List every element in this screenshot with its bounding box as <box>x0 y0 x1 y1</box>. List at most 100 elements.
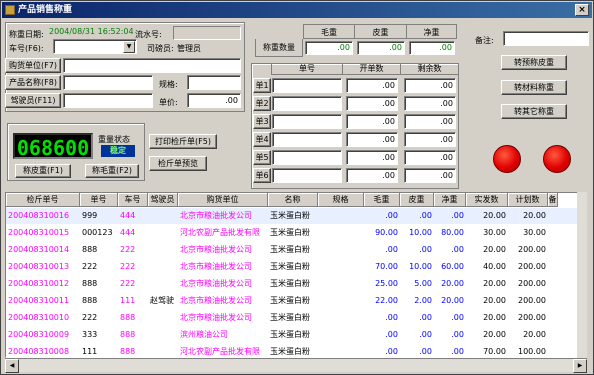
cell-net: 20.00 <box>441 296 464 305</box>
detail-open-input[interactable]: .00 <box>346 150 398 165</box>
detail-row-button[interactable]: 单3 <box>253 114 271 129</box>
detail-remain-input[interactable]: .00 <box>404 114 456 129</box>
car-label: 车号(F6): <box>9 44 44 53</box>
cell-net: 20.00 <box>441 279 464 288</box>
cell-actual: 20.00 <box>483 211 506 220</box>
detail-row-button[interactable]: 单6 <box>253 168 271 183</box>
cell-actual: 20.00 <box>483 279 506 288</box>
detail-no-input[interactable] <box>272 114 342 129</box>
cell-plan: 20.00 <box>523 211 546 220</box>
detail-remain-input[interactable]: .00 <box>404 96 456 111</box>
detail-remain-input[interactable]: .00 <box>404 78 456 93</box>
column-header[interactable]: 计划数 <box>508 193 548 207</box>
scroll-right-icon[interactable]: ▶ <box>573 359 587 373</box>
cell-no: 888 <box>82 296 98 305</box>
detail-open-input[interactable]: .00 <box>346 168 398 183</box>
price-label: 单价: <box>159 98 178 107</box>
column-header[interactable]: 检斤单号 <box>6 193 80 207</box>
detail-remain-input[interactable]: .00 <box>404 168 456 183</box>
price-input[interactable]: .00 <box>187 93 241 108</box>
table-row[interactable]: 200408310012 888 222 北京市粮油批发公司 玉米蛋白粉 25.00 5.0… <box>6 276 586 292</box>
buyer-input[interactable] <box>63 58 241 73</box>
gross-button[interactable]: 称毛重(F2) <box>85 164 139 178</box>
tare-weight-field[interactable]: .00 <box>357 41 405 55</box>
column-header[interactable]: 实发数 <box>466 193 508 207</box>
close-button[interactable]: × <box>575 4 589 16</box>
detail-no-input[interactable] <box>272 96 342 111</box>
detail-open-input[interactable]: .00 <box>346 132 398 147</box>
title-bar: 产品销售称重 × <box>2 2 592 18</box>
tare-header: 皮重 <box>355 24 407 39</box>
spec-input[interactable] <box>187 75 241 90</box>
cell-net: .00 <box>451 245 464 254</box>
table-row[interactable]: 200408310016 999 444 北京市粮油批发公司 玉米蛋白粉 .00 .00 .0… <box>6 208 586 224</box>
cell-spec <box>318 259 364 275</box>
detail-row-button[interactable]: 单5 <box>253 150 271 165</box>
cell-buyer: 河北农副产品批发有限 <box>180 347 260 356</box>
gross-weight-field[interactable]: .00 <box>305 41 353 55</box>
column-header[interactable]: 规格 <box>318 193 364 207</box>
column-header[interactable]: 单号 <box>80 193 118 207</box>
detail-remain-input[interactable]: .00 <box>404 132 456 147</box>
cell-gross: .00 <box>385 211 398 220</box>
cell-ticket: 200408310012 <box>8 279 70 288</box>
chevron-down-icon[interactable]: ▼ <box>123 41 135 53</box>
table-row[interactable]: 200408310014 888 222 北京市粮油批发公司 玉米蛋白粉 .00 .00 .0… <box>6 242 586 258</box>
status-light-2 <box>543 145 571 173</box>
cell-driver <box>148 225 178 241</box>
buyer-button[interactable]: 购货单位(F7) <box>5 58 61 73</box>
column-header[interactable]: 驾驶员 <box>148 193 178 207</box>
to-pre-tare-button[interactable]: 转预称皮重 <box>501 55 567 70</box>
remark-input[interactable] <box>503 31 589 46</box>
detail-no-input[interactable] <box>272 78 342 93</box>
remark-label: 备注: <box>475 36 494 45</box>
table-row[interactable]: 200408310015 000123 444 河北农副产品批发有限 玉米蛋白粉 90.0… <box>6 225 586 241</box>
tare-button[interactable]: 称皮重(F1) <box>15 164 71 178</box>
table-row[interactable]: 200408310009 333 888 滨州粮油公司 玉米蛋白粉 .00 .00 .00 20… <box>6 327 586 343</box>
table-row[interactable]: 200408310011 888 111 赵驾驶 北京市粮油批发公司 玉米蛋白粉 22.00… <box>6 293 586 309</box>
detail-row-button[interactable]: 单2 <box>253 96 271 111</box>
cell-actual: 20.00 <box>483 245 506 254</box>
cell-gross: 22.00 <box>375 296 398 305</box>
detail-no-input[interactable] <box>272 150 342 165</box>
cell-driver <box>148 276 178 292</box>
print-ticket-button[interactable]: 打印检斤单(F5) <box>149 134 217 149</box>
detail-no-input[interactable] <box>272 132 342 147</box>
detail-remain-input[interactable]: .00 <box>404 150 456 165</box>
to-other-button[interactable]: 转其它称重 <box>501 104 567 119</box>
column-header[interactable]: 皮重 <box>400 193 434 207</box>
detail-no-input[interactable] <box>272 168 342 183</box>
cell-name: 玉米蛋白粉 <box>270 245 310 254</box>
column-header[interactable]: 购货单位 <box>178 193 268 207</box>
cell-actual: 70.00 <box>483 347 506 356</box>
cell-plan: 200.00 <box>518 245 546 254</box>
column-header[interactable]: 车号 <box>118 193 148 207</box>
table-row[interactable]: 200408310010 222 888 北京市粮油批发公司 玉米蛋白粉 .00 .00 .0… <box>6 310 586 326</box>
detail-row-button[interactable]: 单4 <box>253 132 271 147</box>
scroll-left-icon[interactable]: ◀ <box>5 359 19 373</box>
column-header[interactable]: 备 <box>548 193 558 207</box>
table-row[interactable]: 200408310013 222 222 北京市粮油批发公司 玉米蛋白粉 70.00 10.… <box>6 259 586 275</box>
driver-input[interactable] <box>63 93 153 108</box>
to-material-button[interactable]: 转材料称重 <box>501 80 567 95</box>
detail-row-button[interactable]: 单1 <box>253 78 271 93</box>
detail-open-input[interactable]: .00 <box>346 78 398 93</box>
column-header[interactable]: 毛重 <box>364 193 400 207</box>
vertical-scrollbar[interactable] <box>577 192 587 358</box>
detail-open-input[interactable]: .00 <box>346 114 398 129</box>
preview-ticket-button[interactable]: 检斤单预览 <box>149 156 207 171</box>
product-button[interactable]: 产品名称(F8) <box>5 75 61 90</box>
cell-driver <box>148 259 178 275</box>
horizontal-scrollbar[interactable]: ◀ ▶ <box>5 358 587 373</box>
table-row[interactable]: 200408310008 111 888 河北农副产品批发有限 玉米蛋白粉 .00 .00.… <box>6 344 586 357</box>
column-header[interactable]: 净重 <box>434 193 466 207</box>
car-select[interactable]: ▼ <box>53 39 137 54</box>
product-input[interactable] <box>63 75 153 90</box>
cell-spec <box>318 276 364 292</box>
driver-button[interactable]: 驾驶员(F11) <box>5 93 61 108</box>
column-header[interactable]: 名称 <box>268 193 318 207</box>
cell-name: 玉米蛋白粉 <box>270 279 310 288</box>
detail-open-input[interactable]: .00 <box>346 96 398 111</box>
cell-ticket: 200408310015 <box>8 228 70 237</box>
net-weight-field[interactable]: .00 <box>409 41 455 55</box>
